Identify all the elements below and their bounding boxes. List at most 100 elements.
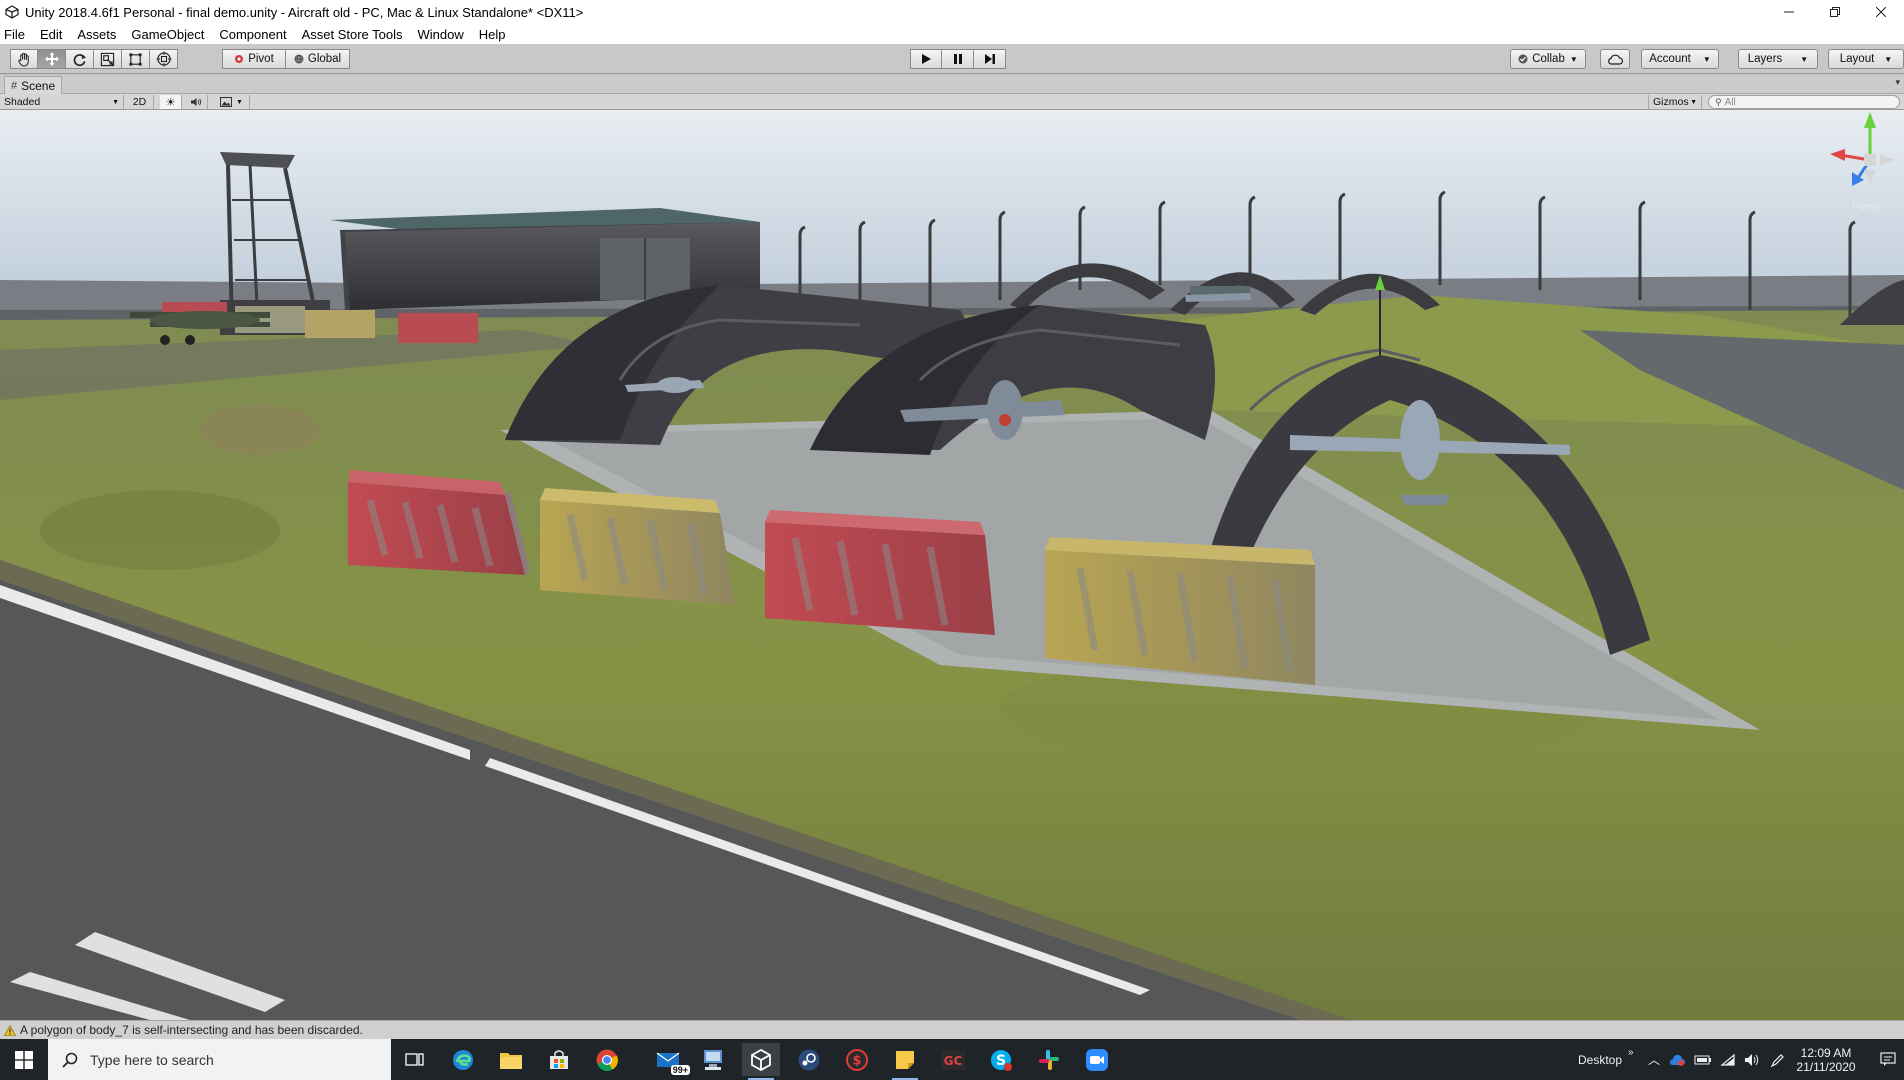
scene-tab-bar: # Scene ▾ <box>0 75 1904 94</box>
rect-tool-icon[interactable] <box>122 49 150 69</box>
sticky-notes-icon[interactable] <box>886 1043 924 1080</box>
layout-group: Layout ▼ <box>1828 49 1904 69</box>
scene-viewport[interactable]: Persp <box>0 110 1904 1020</box>
pivot-global-group: Pivot Global <box>222 49 350 69</box>
file-explorer-icon[interactable] <box>492 1043 530 1076</box>
draw-mode-dropdown[interactable]: Shaded ▼ <box>0 95 124 109</box>
chevron-down-icon: ▼ <box>1569 54 1578 64</box>
menu-asset-store-tools[interactable]: Asset Store Tools <box>302 27 403 42</box>
chevron-down-icon: ▼ <box>236 98 243 106</box>
cloud-sync-icon[interactable] <box>1668 1053 1686 1067</box>
speaker-icon <box>190 98 201 106</box>
task-view-icon[interactable] <box>396 1043 434 1076</box>
rotate-icon[interactable] <box>66 49 94 69</box>
window-title: Unity 2018.4.6f1 Personal - final demo.u… <box>25 4 584 20</box>
chevron-down-icon: ▼ <box>112 98 119 106</box>
layers-group: Layers ▼ <box>1738 49 1818 69</box>
global-toggle[interactable]: Global <box>286 49 350 69</box>
pivot-toggle[interactable]: Pivot <box>222 49 286 69</box>
cloud-group <box>1600 49 1630 69</box>
global-label: Global <box>307 53 342 65</box>
gc-app-icon[interactable]: GC <box>934 1043 972 1076</box>
restore-icon[interactable] <box>1812 0 1858 24</box>
check-icon <box>1518 54 1528 64</box>
search-placeholder: All <box>1724 96 1736 108</box>
chevron-down-icon: ▼ <box>1800 54 1809 64</box>
battery-icon[interactable] <box>1694 1054 1712 1066</box>
cloud-icon[interactable] <box>1600 49 1630 69</box>
chrome-icon[interactable] <box>588 1043 626 1076</box>
unity-taskbar-icon[interactable] <box>742 1043 780 1080</box>
menu-edit[interactable]: Edit <box>40 27 62 42</box>
minimize-icon[interactable] <box>1766 0 1812 24</box>
gizmo-label: Persp <box>1852 201 1881 213</box>
main-toolbar: Pivot Global Collab ▼ Account ▼ Layers ▼… <box>0 44 1904 74</box>
zoom-icon[interactable] <box>1078 1043 1116 1076</box>
collab-label: Collab <box>1532 53 1565 65</box>
scale-icon[interactable] <box>94 49 122 69</box>
chevron-down-icon: ▼ <box>1690 98 1697 106</box>
clock[interactable]: 12:09 AM 21/11/2020 <box>1784 1039 1868 1080</box>
chevron-right-icon: » <box>1628 1047 1634 1058</box>
chevron-up-icon[interactable]: ︿ <box>1648 1051 1660 1068</box>
taskbar-search-input[interactable]: Type here to search <box>48 1039 391 1080</box>
menu-file[interactable]: File <box>4 27 25 42</box>
move-icon[interactable] <box>38 49 66 69</box>
menu-help[interactable]: Help <box>479 27 506 42</box>
audio-toggle[interactable] <box>184 95 208 109</box>
menu-bar: File Edit Assets GameObject Component As… <box>0 24 1904 44</box>
steam-icon[interactable] <box>790 1043 828 1076</box>
scene-search-input[interactable]: ⚲ All <box>1708 95 1900 109</box>
search-icon: ⚲ <box>1715 96 1722 107</box>
wifi-icon[interactable] <box>1720 1053 1736 1067</box>
console-status-bar[interactable]: A polygon of body_7 is self-intersecting… <box>0 1020 1904 1039</box>
slack-icon[interactable] <box>1030 1043 1068 1076</box>
gizmos-dropdown[interactable]: Gizmos ▼ <box>1648 95 1702 109</box>
menu-assets[interactable]: Assets <box>77 27 116 42</box>
mail-badge: 99+ <box>670 1065 690 1075</box>
layers-label: Layers <box>1747 53 1783 65</box>
tab-scene-label: Scene <box>21 78 56 93</box>
layers-dropdown[interactable]: Layers ▼ <box>1738 49 1818 69</box>
layout-dropdown[interactable]: Layout ▼ <box>1828 49 1904 69</box>
account-dropdown[interactable]: Account ▼ <box>1641 49 1719 69</box>
start-button[interactable] <box>0 1039 48 1080</box>
pivot-icon <box>235 55 244 63</box>
account-group: Account ▼ <box>1641 49 1719 69</box>
tab-menu-icon[interactable]: ▾ <box>1895 77 1900 88</box>
mail-icon[interactable]: 99+ <box>646 1043 690 1076</box>
network-app-icon[interactable] <box>694 1043 732 1076</box>
edge-icon[interactable] <box>444 1043 482 1076</box>
play-icon[interactable] <box>910 49 942 69</box>
taskbar-search-placeholder: Type here to search <box>90 1051 214 1068</box>
playback-controls <box>910 49 1006 69</box>
menu-window[interactable]: Window <box>418 27 464 42</box>
volume-icon[interactable] <box>1744 1053 1760 1067</box>
notifications-icon[interactable] <box>1874 1039 1902 1080</box>
mode-2d-toggle[interactable]: 2D <box>126 95 154 109</box>
pause-icon[interactable] <box>942 49 974 69</box>
desktop-toolbar[interactable]: Desktop » <box>1578 1039 1634 1080</box>
gizmos-label: Gizmos <box>1653 96 1689 108</box>
tab-scene[interactable]: # Scene <box>4 76 63 94</box>
windows-taskbar: Type here to search 99+ $ GC S Desktop »… <box>0 1039 1904 1080</box>
collab-button[interactable]: Collab ▼ <box>1510 49 1586 69</box>
warning-icon <box>4 1024 16 1036</box>
pivot-label: Pivot <box>248 53 274 65</box>
menu-component[interactable]: Component <box>219 27 286 42</box>
collab-group: Collab ▼ <box>1510 49 1586 69</box>
skype-icon[interactable]: S <box>982 1043 1020 1076</box>
effects-dropdown[interactable]: ▼ <box>214 95 250 109</box>
dollar-app-icon[interactable]: $ <box>838 1043 876 1076</box>
lighting-toggle[interactable]: ☀ <box>160 95 182 109</box>
close-icon[interactable] <box>1858 0 1904 24</box>
store-icon[interactable] <box>540 1043 578 1076</box>
draw-mode-label: Shaded <box>4 96 41 108</box>
chevron-down-icon: ▼ <box>1702 54 1711 64</box>
hand-icon[interactable] <box>10 49 38 69</box>
step-icon[interactable] <box>974 49 1006 69</box>
menu-gameobject[interactable]: GameObject <box>131 27 204 42</box>
sun-icon: ☀ <box>165 96 176 109</box>
transform-tool-icon[interactable] <box>150 49 178 69</box>
account-label: Account <box>1649 53 1691 65</box>
